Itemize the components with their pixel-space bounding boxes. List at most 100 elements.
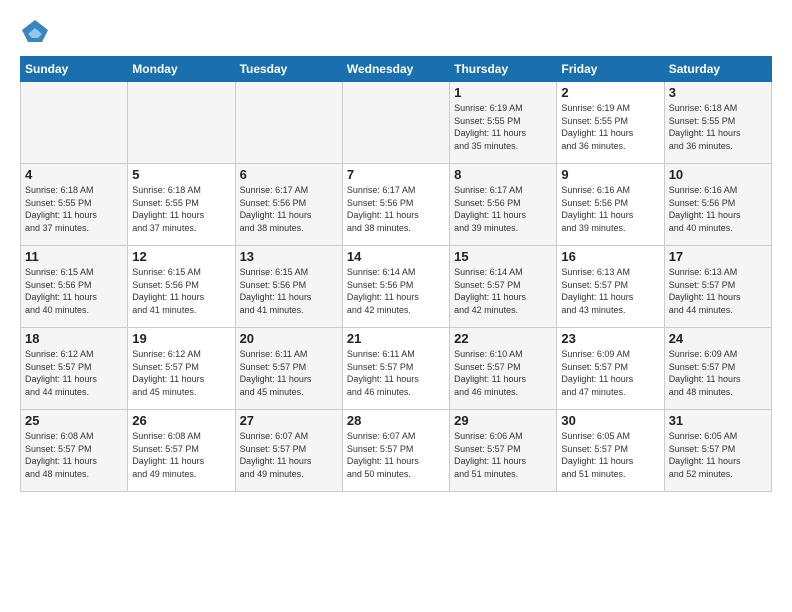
- calendar-week-2: 4 Sunrise: 6:18 AM Sunset: 5:55 PM Daylig…: [21, 164, 772, 246]
- calendar-cell: 5 Sunrise: 6:18 AM Sunset: 5:55 PM Daylig…: [128, 164, 235, 246]
- calendar-cell: 1Sunrise: 6:19 AM Sunset: 5:55 PM Daylig…: [450, 82, 557, 164]
- calendar-cell: 17 Sunrise: 6:13 AM Sunset: 5:57 PM Dayli…: [664, 246, 771, 328]
- calendar-cell: 19Sunrise: 6:12 AM Sunset: 5:57 PM Dayli…: [128, 328, 235, 410]
- day-number: 20: [240, 331, 338, 346]
- day-info: Sunrise: 6:10 AM Sunset: 5:57 PM Dayligh…: [454, 348, 552, 398]
- day-number: 23: [561, 331, 659, 346]
- day-info: Sunrise: 6:18 AM Sunset: 5:55 PM Dayligh…: [25, 184, 123, 234]
- calendar-cell: 8 Sunrise: 6:17 AM Sunset: 5:56 PM Daylig…: [450, 164, 557, 246]
- day-number: 22: [454, 331, 552, 346]
- calendar-body: 1Sunrise: 6:19 AM Sunset: 5:55 PM Daylig…: [21, 82, 772, 492]
- day-info: Sunrise: 6:17 AM Sunset: 5:56 PM Dayligh…: [347, 184, 445, 234]
- weekday-header-saturday: Saturday: [664, 57, 771, 82]
- calendar-cell: 12 Sunrise: 6:15 AM Sunset: 5:56 PM Dayli…: [128, 246, 235, 328]
- day-info: Sunrise: 6:09 AM Sunset: 5:57 PM Dayligh…: [561, 348, 659, 398]
- day-info: Sunrise: 6:11 AM Sunset: 5:57 PM Dayligh…: [347, 348, 445, 398]
- calendar-header: SundayMondayTuesdayWednesdayThursdayFrid…: [21, 57, 772, 82]
- day-info: Sunrise: 6:15 AM Sunset: 5:56 PM Dayligh…: [132, 266, 230, 316]
- calendar-week-4: 18 Sunrise: 6:12 AM Sunset: 5:57 PM Dayli…: [21, 328, 772, 410]
- day-number: 30: [561, 413, 659, 428]
- calendar-cell: 14Sunrise: 6:14 AM Sunset: 5:56 PM Dayli…: [342, 246, 449, 328]
- day-info: Sunrise: 6:12 AM Sunset: 5:57 PM Dayligh…: [132, 348, 230, 398]
- weekday-header-wednesday: Wednesday: [342, 57, 449, 82]
- day-number: 25: [25, 413, 123, 428]
- day-info: Sunrise: 6:11 AM Sunset: 5:57 PM Dayligh…: [240, 348, 338, 398]
- calendar-cell: [128, 82, 235, 164]
- day-info: Sunrise: 6:17 AM Sunset: 5:56 PM Dayligh…: [240, 184, 338, 234]
- calendar-week-5: 25 Sunrise: 6:08 AM Sunset: 5:57 PM Dayli…: [21, 410, 772, 492]
- day-number: 7: [347, 167, 445, 182]
- calendar-cell: 16 Sunrise: 6:13 AM Sunset: 5:57 PM Dayli…: [557, 246, 664, 328]
- day-number: 5: [132, 167, 230, 182]
- calendar-cell: 11 Sunrise: 6:15 AM Sunset: 5:56 PM Dayli…: [21, 246, 128, 328]
- weekday-row: SundayMondayTuesdayWednesdayThursdayFrid…: [21, 57, 772, 82]
- day-number: 26: [132, 413, 230, 428]
- day-number: 18: [25, 331, 123, 346]
- day-number: 24: [669, 331, 767, 346]
- weekday-header-tuesday: Tuesday: [235, 57, 342, 82]
- day-number: 1: [454, 85, 552, 100]
- day-number: 6: [240, 167, 338, 182]
- calendar-cell: 24 Sunrise: 6:09 AM Sunset: 5:57 PM Dayli…: [664, 328, 771, 410]
- day-info: Sunrise: 6:09 AM Sunset: 5:57 PM Dayligh…: [669, 348, 767, 398]
- day-info: Sunrise: 6:13 AM Sunset: 5:57 PM Dayligh…: [561, 266, 659, 316]
- calendar-cell: 6 Sunrise: 6:17 AM Sunset: 5:56 PM Daylig…: [235, 164, 342, 246]
- day-number: 28: [347, 413, 445, 428]
- day-number: 16: [561, 249, 659, 264]
- weekday-header-sunday: Sunday: [21, 57, 128, 82]
- page: SundayMondayTuesdayWednesdayThursdayFrid…: [0, 0, 792, 612]
- day-info: Sunrise: 6:07 AM Sunset: 5:57 PM Dayligh…: [240, 430, 338, 480]
- day-info: Sunrise: 6:05 AM Sunset: 5:57 PM Dayligh…: [561, 430, 659, 480]
- day-info: Sunrise: 6:13 AM Sunset: 5:57 PM Dayligh…: [669, 266, 767, 316]
- logo-icon: [20, 16, 50, 46]
- calendar-cell: 31 Sunrise: 6:05 AM Sunset: 5:57 PM Dayli…: [664, 410, 771, 492]
- calendar-week-3: 11 Sunrise: 6:15 AM Sunset: 5:56 PM Dayli…: [21, 246, 772, 328]
- day-info: Sunrise: 6:06 AM Sunset: 5:57 PM Dayligh…: [454, 430, 552, 480]
- weekday-header-friday: Friday: [557, 57, 664, 82]
- day-number: 17: [669, 249, 767, 264]
- calendar-cell: [235, 82, 342, 164]
- day-number: 11: [25, 249, 123, 264]
- day-number: 4: [25, 167, 123, 182]
- day-number: 29: [454, 413, 552, 428]
- day-info: Sunrise: 6:18 AM Sunset: 5:55 PM Dayligh…: [132, 184, 230, 234]
- day-number: 31: [669, 413, 767, 428]
- logo: [20, 16, 54, 46]
- calendar-cell: 18 Sunrise: 6:12 AM Sunset: 5:57 PM Dayli…: [21, 328, 128, 410]
- calendar-cell: 7 Sunrise: 6:17 AM Sunset: 5:56 PM Daylig…: [342, 164, 449, 246]
- calendar-cell: 15 Sunrise: 6:14 AM Sunset: 5:57 PM Dayli…: [450, 246, 557, 328]
- day-info: Sunrise: 6:15 AM Sunset: 5:56 PM Dayligh…: [25, 266, 123, 316]
- day-number: 13: [240, 249, 338, 264]
- calendar-cell: 23 Sunrise: 6:09 AM Sunset: 5:57 PM Dayli…: [557, 328, 664, 410]
- day-number: 14: [347, 249, 445, 264]
- calendar-cell: 3 Sunrise: 6:18 AM Sunset: 5:55 PM Daylig…: [664, 82, 771, 164]
- day-info: Sunrise: 6:17 AM Sunset: 5:56 PM Dayligh…: [454, 184, 552, 234]
- day-info: Sunrise: 6:12 AM Sunset: 5:57 PM Dayligh…: [25, 348, 123, 398]
- calendar-cell: 13 Sunrise: 6:15 AM Sunset: 5:56 PM Dayli…: [235, 246, 342, 328]
- calendar-cell: 27 Sunrise: 6:07 AM Sunset: 5:57 PM Dayli…: [235, 410, 342, 492]
- day-info: Sunrise: 6:08 AM Sunset: 5:57 PM Dayligh…: [132, 430, 230, 480]
- calendar-cell: 21 Sunrise: 6:11 AM Sunset: 5:57 PM Dayli…: [342, 328, 449, 410]
- day-number: 21: [347, 331, 445, 346]
- calendar-table: SundayMondayTuesdayWednesdayThursdayFrid…: [20, 56, 772, 492]
- day-number: 15: [454, 249, 552, 264]
- day-info: Sunrise: 6:14 AM Sunset: 5:57 PM Dayligh…: [454, 266, 552, 316]
- day-number: 27: [240, 413, 338, 428]
- calendar-cell: [21, 82, 128, 164]
- day-info: Sunrise: 6:16 AM Sunset: 5:56 PM Dayligh…: [561, 184, 659, 234]
- day-info: Sunrise: 6:08 AM Sunset: 5:57 PM Dayligh…: [25, 430, 123, 480]
- calendar-cell: [342, 82, 449, 164]
- calendar-cell: 10Sunrise: 6:16 AM Sunset: 5:56 PM Dayli…: [664, 164, 771, 246]
- calendar-cell: 29 Sunrise: 6:06 AM Sunset: 5:57 PM Dayli…: [450, 410, 557, 492]
- day-number: 12: [132, 249, 230, 264]
- calendar-cell: 2Sunrise: 6:19 AM Sunset: 5:55 PM Daylig…: [557, 82, 664, 164]
- day-number: 3: [669, 85, 767, 100]
- day-info: Sunrise: 6:18 AM Sunset: 5:55 PM Dayligh…: [669, 102, 767, 152]
- calendar-cell: 30 Sunrise: 6:05 AM Sunset: 5:57 PM Dayli…: [557, 410, 664, 492]
- day-number: 8: [454, 167, 552, 182]
- day-info: Sunrise: 6:15 AM Sunset: 5:56 PM Dayligh…: [240, 266, 338, 316]
- day-info: Sunrise: 6:05 AM Sunset: 5:57 PM Dayligh…: [669, 430, 767, 480]
- weekday-header-monday: Monday: [128, 57, 235, 82]
- calendar-week-1: 1Sunrise: 6:19 AM Sunset: 5:55 PM Daylig…: [21, 82, 772, 164]
- calendar-cell: 22 Sunrise: 6:10 AM Sunset: 5:57 PM Dayli…: [450, 328, 557, 410]
